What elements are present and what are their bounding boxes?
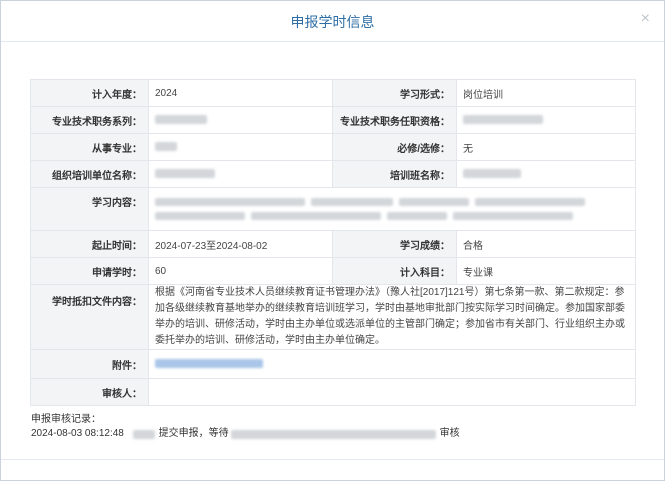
footer-divider	[1, 459, 664, 460]
content-label: 学习内容：	[30, 187, 149, 231]
table-row: 计入年度： 2024 学习形式： 岗位培训	[30, 79, 636, 107]
info-table: 计入年度： 2024 学习形式： 岗位培训 专业技术职务系列： 专业技术职务任职…	[30, 79, 636, 406]
content-value	[148, 187, 636, 231]
class-value	[456, 160, 636, 188]
year-value: 2024	[148, 79, 333, 107]
audit-record-heading: 申报审核记录：	[31, 414, 101, 425]
table-row: 从事专业： 必修/选修： 无	[30, 133, 636, 161]
close-icon[interactable]: ×	[641, 11, 650, 27]
table-row: 学时抵扣文件内容： 根据《河南省专业技术人员继续教育证书管理办法》（豫人社[20…	[30, 284, 636, 350]
dialog-header: 申报学时信息 ×	[1, 1, 664, 42]
major-value	[148, 133, 333, 161]
tech-qual-label: 专业技术职务任职资格：	[332, 106, 457, 134]
period-value: 2024-07-23至2024-08-02	[148, 230, 333, 258]
result-value: 合格	[456, 230, 636, 258]
period-label: 起止时间：	[30, 230, 149, 258]
redacted-text	[453, 212, 573, 220]
redacted-text	[311, 198, 393, 206]
required-value: 无	[456, 133, 636, 161]
declare-hours-dialog: 申报学时信息 × 计入年度： 2024 学习形式： 岗位培训 专业技术职务系列：…	[0, 0, 665, 481]
redacted-text	[155, 142, 177, 152]
table-row: 学习内容：	[30, 187, 636, 231]
org-label: 组织培训单位名称：	[30, 160, 149, 188]
subject-value: 专业课	[456, 257, 636, 285]
attachment-link[interactable]	[155, 359, 263, 369]
redacted-text	[155, 169, 215, 179]
class-label: 培训班名称：	[332, 160, 457, 188]
redacted-text	[155, 198, 305, 206]
study-form-label: 学习形式：	[332, 79, 457, 107]
reviewer-value	[148, 378, 636, 406]
attachment-label: 附件：	[30, 349, 149, 379]
redacted-text	[155, 115, 207, 125]
redacted-text	[251, 212, 381, 220]
audit-submit-text: 提交申报，等待	[158, 428, 229, 439]
audit-record-entry: 2024-08-03 08:12:48 提交申报，等待 审核	[31, 427, 460, 442]
result-label: 学习成绩：	[332, 230, 457, 258]
redacted-text	[463, 115, 543, 125]
attachment-value	[148, 349, 636, 379]
redacted-text	[399, 198, 469, 206]
required-label: 必修/选修：	[332, 133, 457, 161]
basis-value: 根据《河南省专业技术人员继续教育证书管理办法》（豫人社[2017]121号）第七…	[148, 284, 636, 350]
table-row: 起止时间： 2024-07-23至2024-08-02 学习成绩： 合格	[30, 230, 636, 258]
year-label: 计入年度：	[30, 79, 149, 107]
redacted-text	[230, 429, 436, 439]
tech-qual-value	[456, 106, 636, 134]
table-row: 申请学时： 60 计入科目： 专业课	[30, 257, 636, 285]
hours-value: 60	[148, 257, 333, 285]
table-row: 附件：	[30, 349, 636, 379]
audit-record-time: 2024-08-03 08:12:48	[31, 428, 124, 439]
redacted-text	[463, 169, 521, 179]
tech-series-value	[148, 106, 333, 134]
table-row: 审核人：	[30, 378, 636, 406]
study-form-value: 岗位培训	[456, 79, 636, 107]
table-row: 组织培训单位名称： 培训班名称：	[30, 160, 636, 188]
basis-label: 学时抵扣文件内容：	[30, 284, 149, 350]
org-value	[148, 160, 333, 188]
redacted-text	[155, 212, 245, 220]
redacted-text	[132, 429, 155, 439]
dialog-title: 申报学时信息	[290, 14, 375, 30]
major-label: 从事专业：	[30, 133, 149, 161]
subject-label: 计入科目：	[332, 257, 457, 285]
audit-status-text: 审核	[439, 428, 460, 439]
redacted-text	[475, 198, 585, 206]
hours-label: 申请学时：	[30, 257, 149, 285]
redacted-text	[387, 212, 447, 220]
tech-series-label: 专业技术职务系列：	[30, 106, 149, 134]
reviewer-label: 审核人：	[30, 378, 149, 406]
audit-record: 申报审核记录： 2024-08-03 08:12:48 提交申报，等待 审核	[31, 413, 460, 442]
table-row: 专业技术职务系列： 专业技术职务任职资格：	[30, 106, 636, 134]
